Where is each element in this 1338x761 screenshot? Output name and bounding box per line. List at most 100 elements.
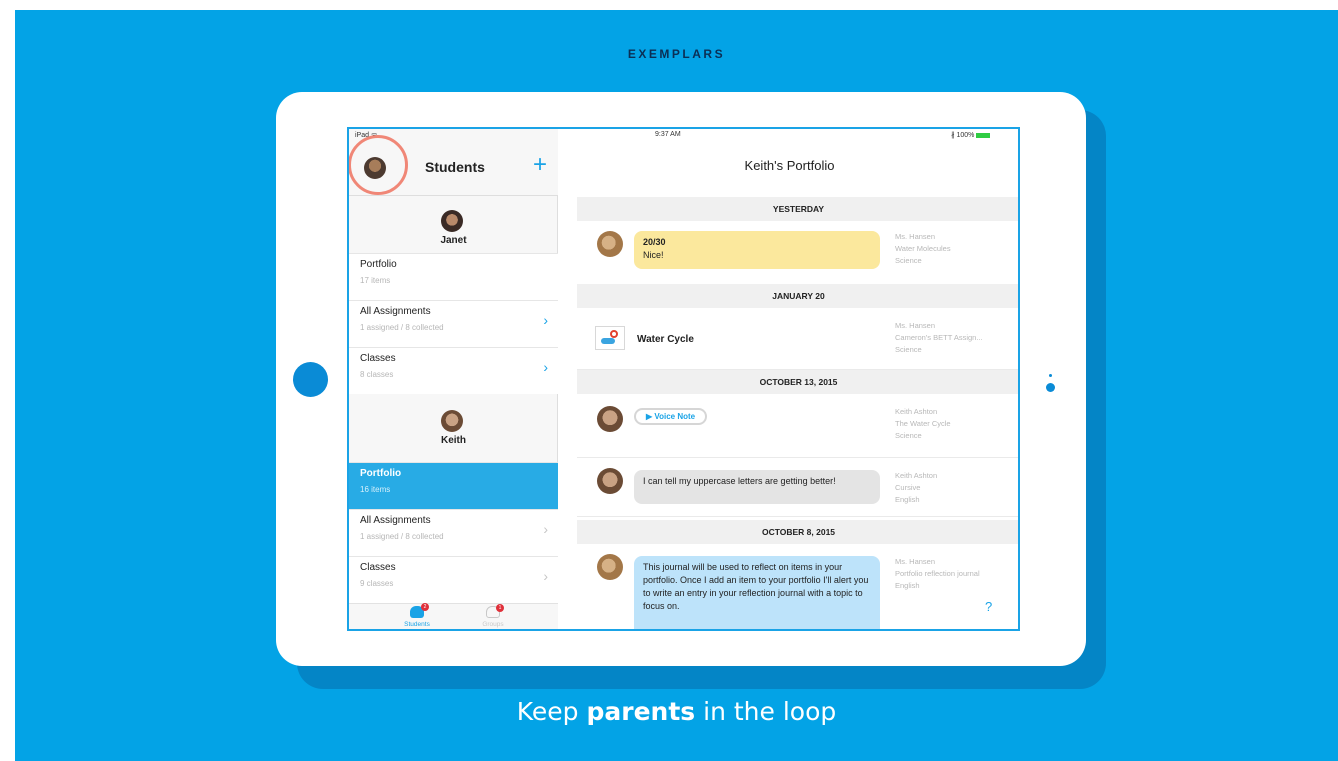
row-title: All Assignments bbox=[360, 306, 431, 317]
slide: EXEMPLARS iPad ᯤ Students + Janet Portfo… bbox=[15, 10, 1338, 761]
status-battery: ∦ 100% bbox=[951, 131, 991, 139]
comment-bubble: 20/30 Nice! bbox=[634, 231, 880, 269]
voice-note-button[interactable]: ▶ Voice Note bbox=[634, 408, 708, 425]
camera-sensor bbox=[1049, 374, 1052, 377]
status-time: 9:37 AM bbox=[655, 131, 681, 138]
camera bbox=[1046, 383, 1055, 392]
students-title: Students bbox=[425, 159, 485, 175]
avatar bbox=[597, 406, 623, 432]
meta-assignment: The Water Cycle bbox=[895, 419, 951, 428]
meta-author: Keith Ashton bbox=[895, 407, 938, 416]
avatar bbox=[597, 554, 623, 580]
meta-class: Science bbox=[895, 431, 922, 440]
chevron-right-icon: › bbox=[543, 521, 548, 537]
row-subtitle: 1 assigned / 8 collected bbox=[360, 323, 444, 332]
tagline: Keep parents in the loop bbox=[15, 697, 1338, 726]
portfolio-item[interactable]: ▶ Voice Note Keith Ashton The Water Cycl… bbox=[577, 394, 1018, 458]
portfolio-item[interactable]: This journal will be used to reflect on … bbox=[577, 544, 1018, 629]
chevron-right-icon: › bbox=[543, 312, 548, 328]
meta-assignment: Portfolio reflection journal bbox=[895, 569, 980, 578]
groups-icon: 1 bbox=[486, 604, 504, 618]
avatar bbox=[597, 468, 623, 494]
row-janet-portfolio[interactable]: Portfolio 17 items bbox=[349, 253, 558, 300]
student-name: Janet bbox=[440, 235, 467, 246]
students-panel-header: iPad ᯤ Students + bbox=[349, 129, 558, 196]
notification-badge: 2 bbox=[421, 603, 429, 611]
section-header: OCTOBER 8, 2015 bbox=[577, 520, 1018, 544]
meta-author: Ms. Hansen bbox=[895, 321, 936, 330]
highlight-circle bbox=[349, 135, 408, 195]
row-subtitle: 16 items bbox=[360, 485, 391, 494]
portfolio-item[interactable]: 20/30 Nice! Ms. Hansen Water Molecules S… bbox=[577, 221, 1018, 285]
notification-badge: 1 bbox=[496, 604, 504, 612]
portfolio-item[interactable]: I can tell my uppercase letters are gett… bbox=[577, 458, 1018, 517]
meta-class: Science bbox=[895, 345, 922, 354]
row-title: Classes bbox=[360, 562, 396, 573]
comment-text: Nice! bbox=[643, 250, 664, 260]
portfolio-item[interactable]: Water Cycle Ms. Hansen Cameron's BETT As… bbox=[577, 308, 1018, 370]
row-subtitle: 9 classes bbox=[360, 579, 394, 588]
water-icon bbox=[601, 338, 615, 344]
item-meta: Ms. Hansen Cameron's BETT Assign... Scie… bbox=[895, 320, 1015, 356]
tab-bar: 2 Students 1 Groups bbox=[349, 603, 558, 629]
chevron-right-icon: › bbox=[543, 359, 548, 375]
avatar bbox=[597, 231, 623, 257]
add-student-button[interactable]: + bbox=[533, 153, 547, 177]
student-avatar bbox=[441, 410, 463, 432]
meta-assignment: Cursive bbox=[895, 483, 921, 492]
comment-bubble: I can tell my uppercase letters are gett… bbox=[634, 470, 880, 504]
meta-author: Ms. Hansen bbox=[895, 557, 936, 566]
student-name: Keith bbox=[441, 435, 466, 446]
water-cycle-thumbnail-icon bbox=[595, 326, 625, 350]
item-meta: Ms. Hansen Water Molecules Science bbox=[895, 231, 1015, 267]
row-subtitle: 1 assigned / 8 collected bbox=[360, 532, 444, 541]
student-header-keith[interactable]: Keith bbox=[349, 397, 558, 453]
sun-icon bbox=[610, 330, 618, 338]
meta-class: English bbox=[895, 495, 920, 504]
item-meta: Keith Ashton The Water Cycle Science bbox=[895, 406, 1015, 442]
row-keith-assignments[interactable]: All Assignments 1 assigned / 8 collected… bbox=[349, 509, 558, 556]
tagline-post: in the loop bbox=[695, 697, 837, 726]
home-button[interactable] bbox=[293, 362, 328, 397]
tab-students[interactable]: 2 Students bbox=[387, 603, 447, 628]
tab-label: Students bbox=[404, 621, 430, 628]
battery-label: ∦ 100% bbox=[951, 132, 975, 139]
portfolio-title: Keith's Portfolio bbox=[744, 158, 835, 173]
tagline-bold: parents bbox=[586, 697, 696, 726]
students-panel: iPad ᯤ Students + Janet Portfolio 17 ite… bbox=[349, 129, 558, 629]
row-janet-assignments[interactable]: All Assignments 1 assigned / 8 collected… bbox=[349, 300, 558, 347]
chevron-right-icon: › bbox=[543, 568, 548, 584]
section-header: JANUARY 20 bbox=[577, 284, 1018, 308]
score: 20/30 bbox=[643, 237, 666, 247]
row-subtitle: 17 items bbox=[360, 276, 391, 285]
row-keith-classes[interactable]: Classes 9 classes › bbox=[349, 556, 558, 603]
meta-assignment: Water Molecules bbox=[895, 244, 951, 253]
tab-label: Groups bbox=[482, 621, 504, 628]
item-title: Water Cycle bbox=[637, 334, 694, 345]
student-header-janet[interactable]: Janet bbox=[349, 197, 558, 253]
section-header: YESTERDAY bbox=[577, 197, 1018, 221]
row-title: Classes bbox=[360, 353, 396, 364]
student-avatar bbox=[441, 210, 463, 232]
comment-bubble: This journal will be used to reflect on … bbox=[634, 556, 880, 629]
row-title: Portfolio bbox=[360, 259, 397, 270]
row-title: Portfolio bbox=[360, 468, 402, 479]
tab-groups[interactable]: 1 Groups bbox=[463, 604, 523, 628]
row-keith-portfolio[interactable]: Portfolio 16 items bbox=[349, 462, 558, 509]
slide-header: EXEMPLARS bbox=[627, 47, 726, 61]
row-title: All Assignments bbox=[360, 515, 431, 526]
item-meta: Keith Ashton Cursive English bbox=[895, 470, 1015, 506]
row-janet-classes[interactable]: Classes 8 classes › bbox=[349, 347, 558, 394]
row-subtitle: 8 classes bbox=[360, 370, 394, 379]
meta-class: Science bbox=[895, 256, 922, 265]
meta-class: English bbox=[895, 581, 920, 590]
students-icon: 2 bbox=[410, 603, 429, 618]
portfolio-panel: 9:37 AM ∦ 100% Keith's Portfolio YESTERD… bbox=[559, 129, 1018, 629]
item-meta: Ms. Hansen Portfolio reflection journal … bbox=[895, 556, 1015, 592]
meta-author: Keith Ashton bbox=[895, 471, 938, 480]
tagline-pre: Keep bbox=[516, 697, 587, 726]
meta-assignment: Cameron's BETT Assign... bbox=[895, 333, 983, 342]
battery-icon bbox=[976, 132, 991, 138]
help-button[interactable]: ? bbox=[985, 599, 992, 614]
meta-author: Ms. Hansen bbox=[895, 232, 936, 241]
